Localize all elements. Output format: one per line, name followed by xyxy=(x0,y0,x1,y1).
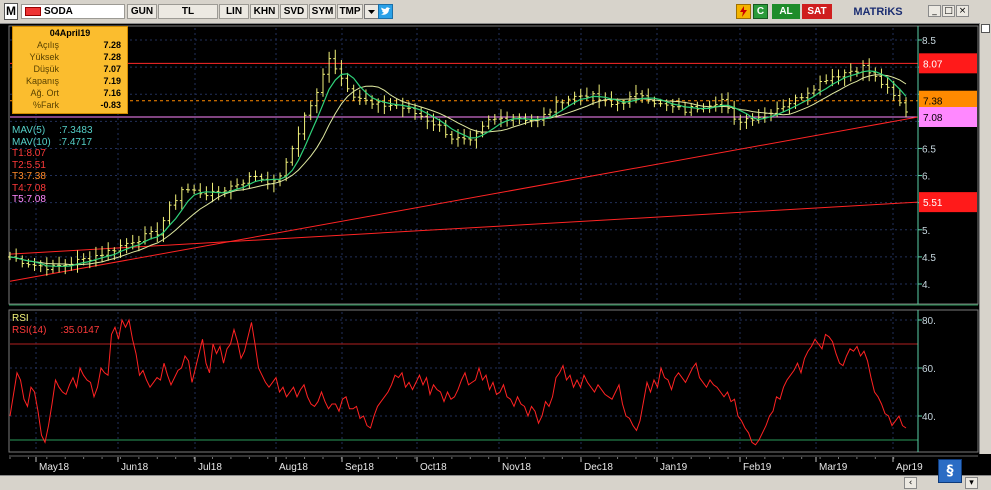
status-bar: ‹ ▾ xyxy=(0,475,991,490)
trend-label-t2: T2:5.51 xyxy=(12,159,46,171)
info-label-change: %Fark xyxy=(32,100,59,110)
price-tick-label: 5. xyxy=(922,226,930,237)
price-tag: 8.07 xyxy=(919,53,977,74)
info-label-high: Yüksek xyxy=(29,52,59,62)
rsi-title: RSI xyxy=(12,313,29,324)
scroll-handle[interactable] xyxy=(981,24,990,33)
mav5-value: :7.3483 xyxy=(59,125,93,136)
trend-label-t4: T4:7.08 xyxy=(12,182,46,194)
month-label: Jan19 xyxy=(660,462,688,473)
month-label: Nov18 xyxy=(502,462,531,473)
month-label: Dec18 xyxy=(584,462,613,473)
info-label-open: Açılış xyxy=(36,40,59,50)
vertical-scrollbar[interactable] xyxy=(979,23,991,454)
rsi-tick-label: 60. xyxy=(922,364,936,375)
info-label-close: Kapanış xyxy=(25,76,59,86)
month-label: Oct18 xyxy=(420,462,447,473)
mav10-value: :7.4717 xyxy=(58,136,93,148)
rsi-label: RSI(14) xyxy=(12,324,47,336)
month-label: Jun18 xyxy=(121,462,149,473)
info-value-open: 7.28 xyxy=(103,40,121,50)
price-tag-label: 7.08 xyxy=(923,113,943,124)
rsi-tick-label: 80. xyxy=(922,316,936,327)
info-value-wavg: 7.16 xyxy=(103,88,121,98)
mav5-line xyxy=(9,70,907,267)
info-value-low: 7.07 xyxy=(103,64,121,74)
trend-line-2 xyxy=(9,201,919,255)
month-label: Jul18 xyxy=(198,462,222,473)
price-tick-label: 6.5 xyxy=(922,144,936,155)
price-panel-frame xyxy=(8,25,979,305)
price-tick-label: 8.5 xyxy=(922,36,936,47)
trend-label-t1: T1:8.07 xyxy=(12,148,46,159)
info-date: 04April19 xyxy=(49,28,91,38)
rsi-tick-label: 40. xyxy=(922,412,936,423)
price-tick-label: 4.5 xyxy=(922,253,936,264)
settings-button[interactable]: ▾ xyxy=(965,477,978,489)
month-label: Aug18 xyxy=(279,462,308,473)
mav10-line xyxy=(9,74,907,266)
info-value-change: -0.83 xyxy=(100,100,121,110)
price-tag-label: 8.07 xyxy=(923,59,943,70)
price-tick-label: 6. xyxy=(922,172,930,183)
info-label-wavg: Ağ. Ort xyxy=(30,88,59,98)
rsi-line xyxy=(9,318,907,446)
price-tag: 5.51 xyxy=(919,192,977,213)
sync-icon[interactable]: § xyxy=(938,459,962,483)
price-tag-label: 5.51 xyxy=(923,198,943,209)
month-label: May18 xyxy=(39,462,69,473)
price-tag: 7.08 xyxy=(919,106,977,127)
scroll-left-button[interactable]: ‹ xyxy=(904,477,917,489)
info-value-high: 7.28 xyxy=(103,52,121,62)
ohlc-info-box: 04April19 Açılış 7.28 Yüksek 7.28 Düşük 7.0… xyxy=(12,26,128,114)
month-label: Feb19 xyxy=(743,462,772,473)
chart-window: M SODA GUN TL LIN KHN SVD SYM TMP C AL S… xyxy=(0,0,991,490)
info-value-close: 7.19 xyxy=(103,76,121,86)
trend-label-t5: T5:7.08 xyxy=(12,194,46,205)
month-label: Apr19 xyxy=(896,462,923,473)
month-label: Sep18 xyxy=(345,462,374,473)
trend-label-t3: T3:7.38 xyxy=(12,171,46,182)
price-tick-label: 4. xyxy=(922,280,930,291)
indicator-legend: MAV(5) :7.3483 MAV(10) :7.4717 T1:8.07 T2:… xyxy=(12,125,93,206)
mav5-label: MAV(5) xyxy=(12,125,46,136)
rsi-legend: RSI RSI(14) :35.0147 xyxy=(12,313,99,336)
info-label-low: Düşük xyxy=(33,64,59,74)
month-label: Mar19 xyxy=(819,462,848,473)
price-tag-label: 7.38 xyxy=(923,97,943,108)
rsi-value: :35.0147 xyxy=(60,324,100,336)
mav10-label: MAV(10) xyxy=(12,136,51,148)
price-chart[interactable]: 8.58.7.57.6.56.5.55.4.54.May18Jun18Jul18… xyxy=(0,0,991,490)
